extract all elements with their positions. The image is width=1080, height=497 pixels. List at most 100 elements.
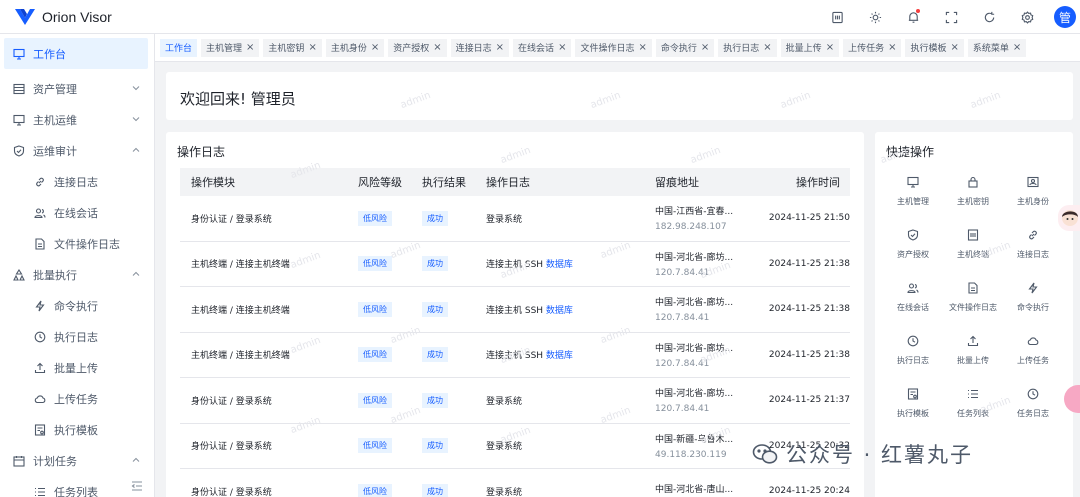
assistant-avatar[interactable] xyxy=(1058,205,1080,231)
users-icon xyxy=(33,206,46,219)
close-icon[interactable]: × xyxy=(496,42,504,53)
ip-text: 120.7.84.41 xyxy=(655,358,710,369)
tab-label: 主机身份 xyxy=(330,44,367,54)
tab-item[interactable]: 主机身份 × xyxy=(325,38,385,57)
app-logo[interactable]: Orion Visor xyxy=(14,8,112,26)
result-cell: 成功 xyxy=(411,301,475,317)
quick-action-item[interactable]: 主机终端 xyxy=(943,221,1003,274)
sidebar-item-upload-task[interactable]: 上传任务 xyxy=(0,383,154,414)
tab-item[interactable]: 执行日志 × xyxy=(718,38,777,57)
sidebar-item-exec-template[interactable]: 执行模板 xyxy=(0,414,154,445)
quick-action-item[interactable]: 任务列表 xyxy=(943,380,1003,433)
quick-action-item[interactable]: 连接日志 xyxy=(1003,221,1063,274)
tab-item[interactable]: 执行模板 × xyxy=(905,38,964,57)
close-icon[interactable]: × xyxy=(763,42,771,53)
quick-action-item[interactable]: 在线会话 xyxy=(883,274,943,327)
quick-action-item[interactable]: 执行模板 xyxy=(883,380,943,433)
risk-tag: 低风险 xyxy=(358,210,392,226)
tab-item[interactable]: 资产授权 × xyxy=(388,38,447,57)
close-icon[interactable]: × xyxy=(308,42,316,53)
module-cell: 主机终端 / 连接主机终端 xyxy=(191,260,290,271)
table-row[interactable]: 主机终端 / 连接主机终端 低风险 成功 连接主机 SSH 数据库 中国-河北省-廊坊.… xyxy=(180,242,850,287)
theme-icon[interactable] xyxy=(864,6,886,28)
risk-tag: 低风险 xyxy=(358,438,392,454)
tab-item[interactable]: 工作台 xyxy=(160,38,198,57)
log-cell: 登录系统 xyxy=(475,212,644,225)
tab-label: 文件操作日志 xyxy=(580,44,635,54)
sidebar-item-host-ops[interactable]: 主机运维 xyxy=(0,104,154,135)
quick-action-label: 执行模板 xyxy=(897,409,929,418)
close-icon[interactable]: × xyxy=(433,42,441,53)
settings-icon[interactable] xyxy=(1016,6,1038,28)
close-icon[interactable]: × xyxy=(638,42,646,53)
address-cell: 中国-新疆-乌鲁木... 49.118.230.119 xyxy=(644,432,754,460)
column-header: 操作日志 xyxy=(486,176,530,189)
quick-action-item[interactable]: 文件操作日志 xyxy=(943,274,1003,327)
risk-tag: 低风险 xyxy=(358,483,392,497)
quick-action-item[interactable]: 主机管理 xyxy=(883,168,943,221)
table-row[interactable]: 身份认证 / 登录系统 低风险 成功 登录系统 中国-河北省-唐山... 2024-11-… xyxy=(180,469,850,497)
table-row[interactable]: 主机终端 / 连接主机终端 低风险 成功 连接主机 SSH 数据库 中国-河北省-廊坊.… xyxy=(180,287,850,333)
sidebar-item-dashboard[interactable]: 工作台 xyxy=(4,38,148,69)
sidebar-item-ops-audit[interactable]: 运维审计 xyxy=(0,135,154,166)
quick-action-item[interactable]: 任务日志 xyxy=(1003,380,1063,433)
log-link[interactable]: 数据库 xyxy=(546,351,573,361)
table-row[interactable]: 主机终端 / 连接主机终端 低风险 成功 连接主机 SSH 数据库 中国-河北省-廊坊.… xyxy=(180,333,850,378)
fullscreen-icon[interactable] xyxy=(940,6,962,28)
sidebar-item-label: 批量上传 xyxy=(54,361,98,375)
sidebar-item-asset-management[interactable]: 资产管理 xyxy=(0,73,154,104)
tab-label: 执行日志 xyxy=(723,44,760,54)
table-header: 操作模块 风险等级 执行结果 操作日志 留痕地址 操作时间 xyxy=(180,168,850,196)
sidebar-item-exec-log[interactable]: 执行日志 xyxy=(0,321,154,352)
close-icon[interactable]: × xyxy=(1013,42,1021,53)
close-icon[interactable]: × xyxy=(701,42,709,53)
bell-icon[interactable] xyxy=(902,6,924,28)
user-avatar[interactable]: 管 xyxy=(1054,6,1076,28)
quick-action-item[interactable]: 主机密钥 xyxy=(943,168,1003,221)
close-icon[interactable]: × xyxy=(371,42,379,53)
table-row[interactable]: 身份认证 / 登录系统 低风险 成功 登录系统 中国-江西省-宜春... 182.98.2… xyxy=(180,196,850,242)
quick-action-item[interactable]: 执行日志 xyxy=(883,327,943,380)
quick-action-item[interactable]: 上传任务 xyxy=(1003,327,1063,380)
sidebar-item-file-op-log[interactable]: 文件操作日志 xyxy=(0,228,154,259)
sidebar-item-command-exec[interactable]: 命令执行 xyxy=(0,290,154,321)
tab-item[interactable]: 命令执行 × xyxy=(655,38,715,57)
close-icon[interactable]: × xyxy=(951,42,959,53)
close-icon[interactable]: × xyxy=(888,42,896,53)
tab-item[interactable]: 在线会话 × xyxy=(513,38,572,57)
close-icon[interactable]: × xyxy=(246,42,254,53)
column-header: 风险等级 xyxy=(358,176,402,189)
quick-action-item[interactable]: 批量上传 xyxy=(943,327,1003,380)
close-icon[interactable]: × xyxy=(826,42,834,53)
quick-action-item[interactable]: 主机身份 xyxy=(1003,168,1063,221)
sidebar-item-batch-exec[interactable]: 批量执行 xyxy=(0,259,154,290)
log-link[interactable]: 数据库 xyxy=(546,260,573,270)
tab-item[interactable]: 系统菜单 × xyxy=(967,38,1027,57)
tab-item[interactable]: 上传任务 × xyxy=(843,38,902,57)
doc-icon[interactable] xyxy=(826,6,848,28)
result-tag: 成功 xyxy=(422,256,448,272)
quick-action-item[interactable]: 资产授权 xyxy=(883,221,943,274)
table-row[interactable]: 身份认证 / 登录系统 低风险 成功 登录系统 中国-新疆-乌鲁木... 49.118.2… xyxy=(180,424,850,469)
tab-bar: 工作台 主机管理 × 主机密钥 × 主机身份 × 资产授权 × 连接日志 × 在线会话 × 文件操作日志 ×… xyxy=(155,34,1080,62)
sidebar-item-online-session[interactable]: 在线会话 xyxy=(0,197,154,228)
menu-collapse-icon[interactable] xyxy=(130,479,144,493)
log-link[interactable]: 数据库 xyxy=(546,306,573,316)
tab-item[interactable]: 文件操作日志 × xyxy=(575,38,652,57)
bolt-icon xyxy=(1025,280,1041,296)
sidebar-item-batch-upload[interactable]: 批量上传 xyxy=(0,352,154,383)
tab-item[interactable]: 主机密钥 × xyxy=(263,38,322,57)
wechat-account-name: 公众号 · 红薯丸子 xyxy=(786,443,974,467)
table-row[interactable]: 身份认证 / 登录系统 低风险 成功 登录系统 中国-河北省-廊坊... 120.7.84… xyxy=(180,378,850,424)
close-icon[interactable]: × xyxy=(558,42,566,53)
tab-item[interactable]: 连接日志 × xyxy=(450,38,510,57)
tab-item[interactable]: 批量上传 × xyxy=(780,38,840,57)
sidebar-item-connect-log[interactable]: 连接日志 xyxy=(0,166,154,197)
refresh-icon[interactable] xyxy=(978,6,1000,28)
sidebar-item-label: 批量执行 xyxy=(33,268,77,282)
link-icon xyxy=(33,175,46,188)
tab-item[interactable]: 主机管理 × xyxy=(201,38,260,57)
quick-action-label: 执行日志 xyxy=(897,356,929,365)
quick-action-item[interactable]: 命令执行 xyxy=(1003,274,1063,327)
sidebar-item-scheduled-task[interactable]: 计划任务 xyxy=(0,445,154,476)
